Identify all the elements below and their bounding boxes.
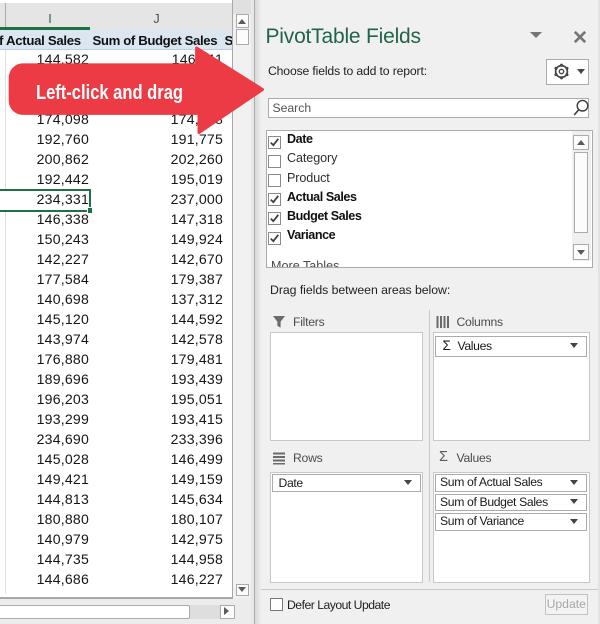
svg-text:Left-click and drag: Left-click and drag: [36, 81, 183, 104]
